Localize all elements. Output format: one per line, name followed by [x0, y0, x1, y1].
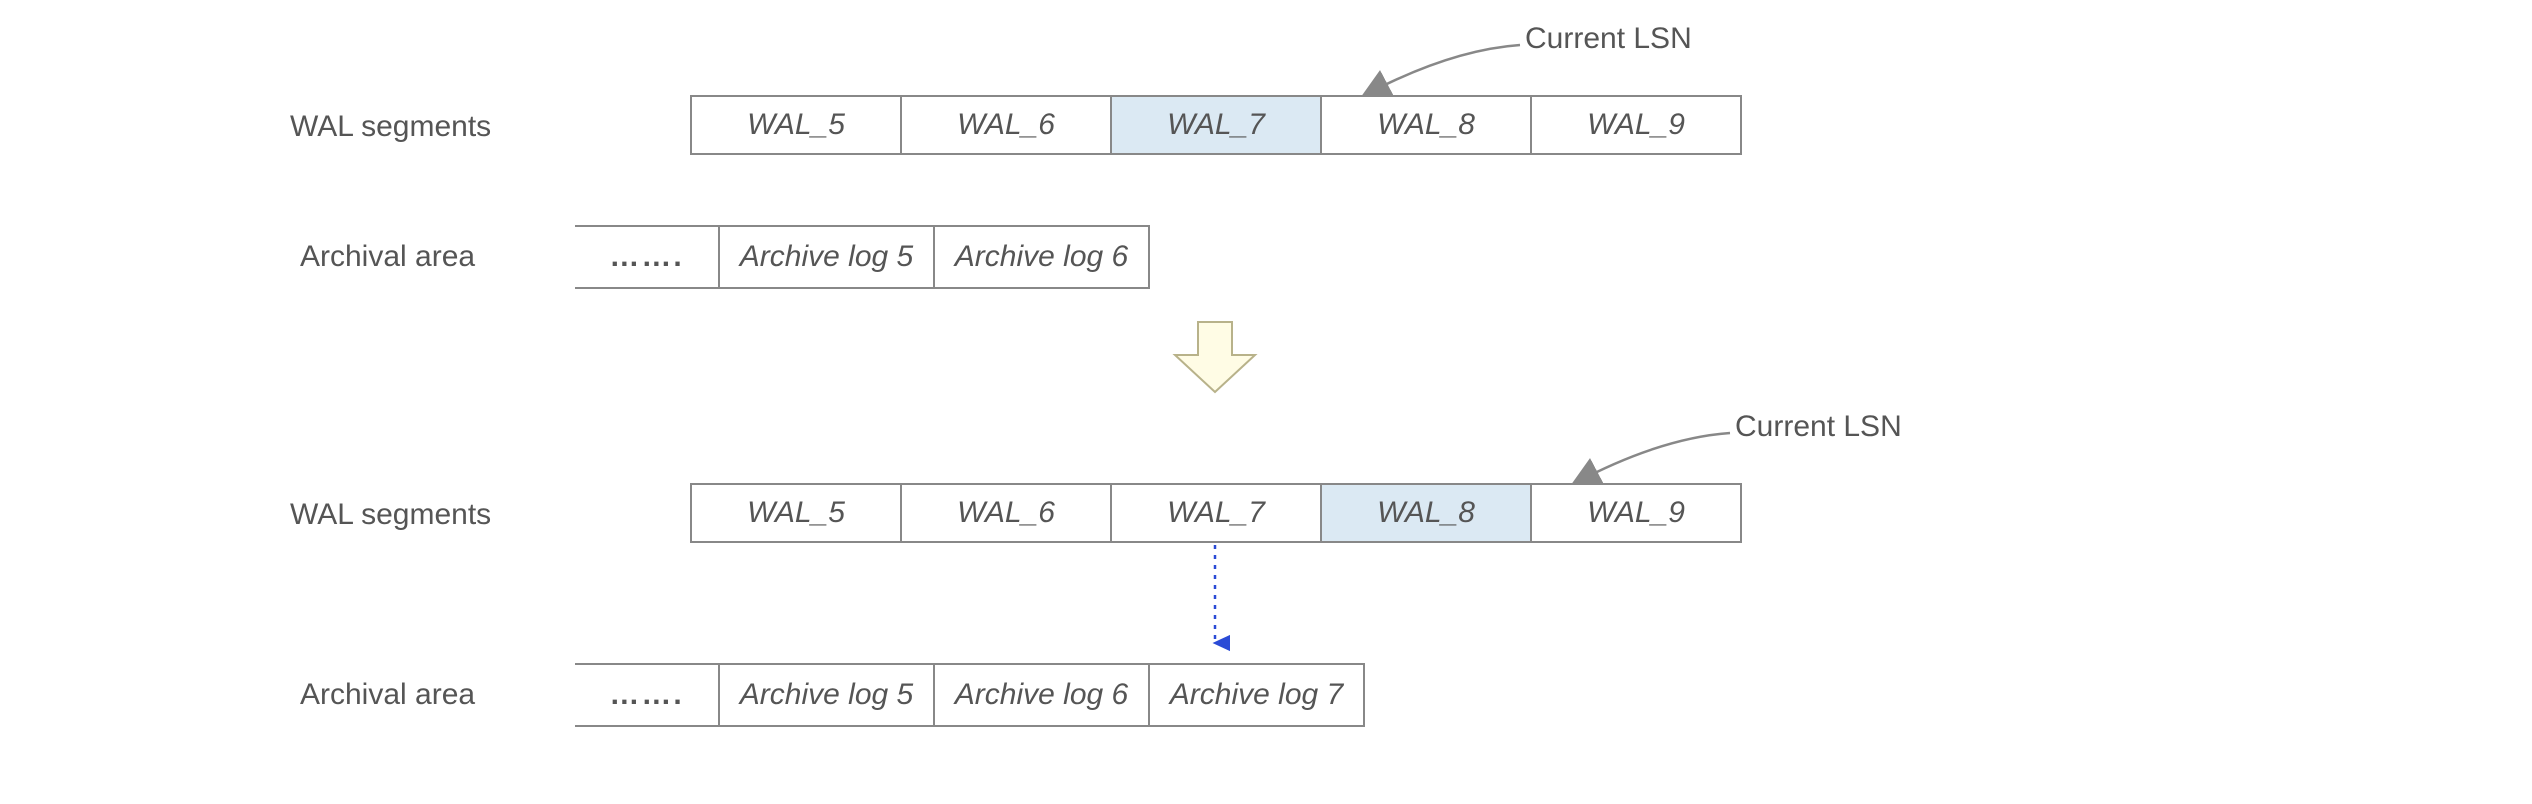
wal-segment: WAL_7 — [1112, 483, 1322, 543]
wal-segments-label-top: WAL segments — [290, 110, 491, 144]
current-lsn-label-top: Current LSN — [1525, 22, 1692, 56]
archive-log: Archive log 6 — [935, 227, 1150, 287]
wal-segment: WAL_5 — [692, 483, 902, 543]
wal-segment-current: WAL_8 — [1322, 483, 1532, 543]
wal-segments-row-bottom: WAL_5 WAL_6 WAL_7 WAL_8 WAL_9 — [690, 483, 1742, 543]
wal-segment: WAL_8 — [1322, 95, 1532, 155]
archive-copy-arrow-icon — [1200, 545, 1230, 660]
archive-log: Archive log 6 — [935, 665, 1150, 725]
archive-log: Archive log 5 — [720, 227, 935, 287]
wal-segments-label-bottom: WAL segments — [290, 498, 491, 532]
current-lsn-label-bottom: Current LSN — [1735, 410, 1902, 444]
wal-segments-row-top: WAL_5 WAL_6 WAL_7 WAL_8 WAL_9 — [690, 95, 1742, 155]
archive-log: Archive log 5 — [720, 665, 935, 725]
wal-segment: WAL_9 — [1532, 95, 1742, 155]
archival-area-label-bottom: Archival area — [300, 678, 475, 712]
archive-ellipsis: ……. — [575, 227, 720, 287]
wal-segment: WAL_6 — [902, 95, 1112, 155]
archive-row-top: ……. Archive log 5 Archive log 6 — [575, 225, 1150, 289]
wal-segment-current: WAL_7 — [1112, 95, 1322, 155]
wal-segment: WAL_6 — [902, 483, 1112, 543]
archive-ellipsis: ……. — [575, 665, 720, 725]
archival-area-label-top: Archival area — [300, 240, 475, 274]
archive-log: Archive log 7 — [1150, 665, 1365, 725]
wal-segment: WAL_5 — [692, 95, 902, 155]
archive-row-bottom: ……. Archive log 5 Archive log 6 Archive … — [575, 663, 1365, 727]
wal-segment: WAL_9 — [1532, 483, 1742, 543]
transition-arrow-down-icon — [1170, 320, 1260, 395]
